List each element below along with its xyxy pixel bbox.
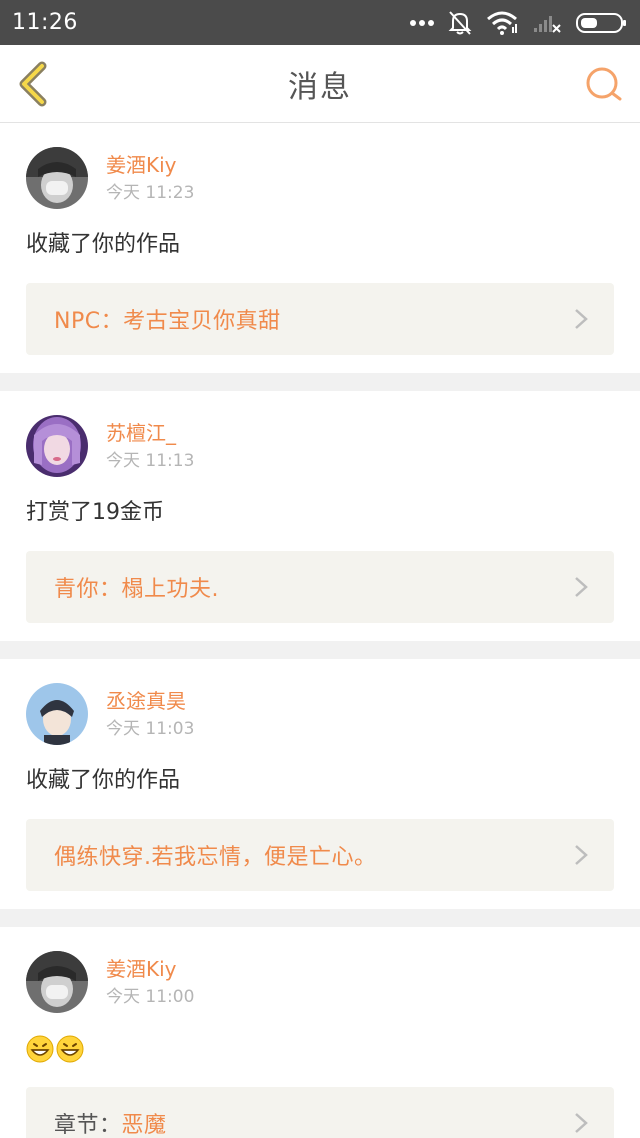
work-title: 章节：恶魔 bbox=[54, 1107, 167, 1138]
signal-icon bbox=[532, 12, 562, 34]
status-bar: 11:26 bbox=[0, 0, 640, 45]
action-text: 打赏了19金币 bbox=[26, 500, 164, 525]
message-header: 丞途真昊 今天 11:03 bbox=[26, 683, 614, 745]
chevron-right-icon bbox=[575, 1113, 588, 1133]
more-dots-icon bbox=[410, 19, 434, 27]
message-card: 姜酒Kiy 今天 11:23 收藏了你的作品 NPC：考古宝贝你真甜 bbox=[0, 123, 640, 373]
work-link[interactable]: NPC：考古宝贝你真甜 bbox=[26, 283, 614, 355]
username[interactable]: 丞途真昊 bbox=[106, 687, 194, 715]
avatar[interactable] bbox=[26, 415, 88, 477]
timestamp: 今天 11:00 bbox=[106, 987, 195, 1007]
message-card: 丞途真昊 今天 11:03 收藏了你的作品 偶练快穿.若我忘情，便是亡心。 bbox=[0, 659, 640, 909]
action-text: 收藏了你的作品 bbox=[26, 768, 181, 793]
work-link[interactable]: 章节：恶魔 bbox=[26, 1087, 614, 1138]
search-icon bbox=[586, 67, 622, 101]
username[interactable]: 苏檀江_ bbox=[106, 419, 194, 447]
username[interactable]: 姜酒Kiy bbox=[106, 151, 194, 179]
message-header: 姜酒Kiy 今天 11:00 bbox=[26, 951, 614, 1013]
message-header: 苏檀江_ 今天 11:13 bbox=[26, 415, 614, 477]
avatar[interactable] bbox=[26, 683, 88, 745]
username[interactable]: 姜酒Kiy bbox=[106, 955, 194, 983]
work-prefix: 章节： bbox=[54, 1113, 122, 1138]
avatar[interactable] bbox=[26, 147, 88, 209]
message-header: 姜酒Kiy 今天 11:23 bbox=[26, 147, 614, 209]
timestamp: 今天 11:03 bbox=[106, 719, 195, 739]
work-title: NPC：考古宝贝你真甜 bbox=[54, 309, 281, 334]
action-emojis bbox=[26, 1033, 614, 1065]
action-text: 收藏了你的作品 bbox=[26, 232, 181, 257]
avatar-blue-portrait bbox=[26, 683, 88, 745]
timestamp: 今天 11:23 bbox=[106, 183, 195, 203]
avatar-dark-portrait bbox=[26, 147, 88, 209]
message-list: 姜酒Kiy 今天 11:23 收藏了你的作品 NPC：考古宝贝你真甜 苏檀江_ … bbox=[0, 123, 640, 1138]
avatar[interactable] bbox=[26, 951, 88, 1013]
avatar-dark-portrait bbox=[26, 951, 88, 1013]
work-title: 青你：榻上功夫. bbox=[54, 577, 219, 602]
back-arrow-icon bbox=[19, 61, 47, 107]
message-card: 苏檀江_ 今天 11:13 打赏了19金币 青你：榻上功夫. bbox=[0, 391, 640, 641]
grinning-face-icon bbox=[26, 1035, 54, 1063]
message-card: 姜酒Kiy 今天 11:00 章节：恶魔 bbox=[0, 927, 640, 1138]
work-link[interactable]: 偶练快穿.若我忘情，便是亡心。 bbox=[26, 819, 614, 891]
chapter-title: 恶魔 bbox=[121, 1113, 167, 1138]
battery-icon bbox=[576, 12, 628, 34]
work-title: 偶练快穿.若我忘情，便是亡心。 bbox=[54, 845, 377, 870]
back-button[interactable] bbox=[14, 61, 54, 107]
wifi-icon bbox=[486, 11, 518, 35]
message-meta: 姜酒Kiy 今天 11:00 bbox=[106, 955, 194, 1009]
work-link[interactable]: 青你：榻上功夫. bbox=[26, 551, 614, 623]
status-icons bbox=[410, 10, 628, 36]
chevron-right-icon bbox=[575, 577, 588, 597]
navigation-bar: 消息 bbox=[0, 45, 640, 123]
search-button[interactable] bbox=[584, 65, 624, 105]
message-meta: 丞途真昊 今天 11:03 bbox=[106, 687, 194, 741]
chevron-right-icon bbox=[575, 309, 588, 329]
message-meta: 姜酒Kiy 今天 11:23 bbox=[106, 151, 194, 205]
avatar-purple-portrait bbox=[26, 415, 88, 477]
timestamp: 今天 11:13 bbox=[106, 451, 195, 471]
mute-bell-icon bbox=[448, 10, 472, 36]
message-meta: 苏檀江_ 今天 11:13 bbox=[106, 419, 194, 473]
grinning-face-icon bbox=[56, 1035, 84, 1063]
page-title: 消息 bbox=[288, 69, 352, 105]
chevron-right-icon bbox=[575, 845, 588, 865]
status-time: 11:26 bbox=[12, 10, 78, 35]
